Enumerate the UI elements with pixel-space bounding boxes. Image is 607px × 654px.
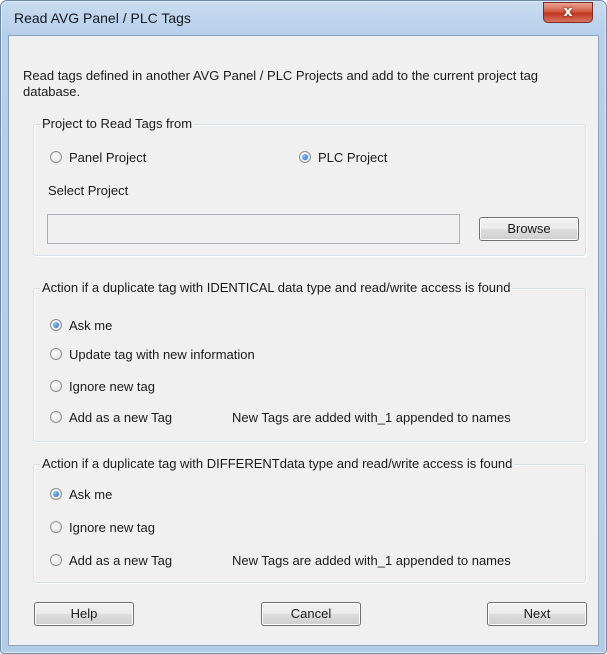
- radio-identical-add-new-tag[interactable]: Add as a new Tag: [50, 408, 172, 426]
- radio-different-ignore-tag[interactable]: Ignore new tag: [50, 518, 155, 536]
- radio-label: Ask me: [69, 486, 113, 502]
- select-project-label: Select Project: [48, 183, 129, 198]
- identical-group-legend: Action if a duplicate tag with IDENTICAL…: [40, 280, 513, 296]
- radio-identical-ignore-tag[interactable]: Ignore new tag: [50, 377, 155, 395]
- radio-icon: [50, 380, 62, 392]
- close-button[interactable]: x: [543, 2, 593, 23]
- radio-different-ask-me[interactable]: Ask me: [50, 485, 112, 503]
- radio-label: Add as a new Tag: [69, 409, 173, 425]
- radio-label: Ignore new tag: [69, 378, 156, 394]
- project-path-input[interactable]: [47, 214, 460, 244]
- radio-label: Panel Project: [69, 149, 147, 165]
- radio-icon: [50, 411, 62, 423]
- radio-selected-icon: [50, 319, 62, 331]
- radio-identical-ask-me[interactable]: Ask me: [50, 316, 112, 334]
- radio-label: Add as a new Tag: [69, 552, 173, 568]
- window-title: Read AVG Panel / PLC Tags: [14, 10, 191, 26]
- close-icon: x: [563, 4, 573, 20]
- radio-selected-icon: [299, 151, 311, 163]
- radio-label: Ignore new tag: [69, 519, 156, 535]
- browse-button[interactable]: Browse: [479, 217, 579, 241]
- different-append-note: New Tags are added with_1 appended to na…: [232, 553, 511, 568]
- identical-append-note: New Tags are added with_1 appended to na…: [232, 410, 511, 425]
- description-text: Read tags defined in another AVG Panel /…: [23, 68, 539, 99]
- project-group-legend: Project to Read Tags from: [40, 116, 195, 132]
- radio-identical-update-tag[interactable]: Update tag with new information: [50, 345, 255, 363]
- help-button[interactable]: Help: [34, 602, 134, 626]
- cancel-button[interactable]: Cancel: [261, 602, 361, 626]
- radio-label: Update tag with new information: [69, 346, 255, 362]
- radio-plc-project[interactable]: PLC Project: [299, 148, 387, 166]
- radio-icon: [50, 554, 62, 566]
- radio-panel-project[interactable]: Panel Project: [50, 148, 146, 166]
- radio-icon: [50, 151, 62, 163]
- title-bar[interactable]: Read AVG Panel / PLC Tags x: [1, 1, 606, 35]
- radio-icon: [50, 521, 62, 533]
- radio-icon: [50, 348, 62, 360]
- radio-selected-icon: [50, 488, 62, 500]
- next-button[interactable]: Next: [487, 602, 587, 626]
- radio-label: Ask me: [69, 317, 113, 333]
- radio-different-add-new-tag[interactable]: Add as a new Tag: [50, 551, 172, 569]
- radio-label: PLC Project: [318, 149, 388, 165]
- different-group-legend: Action if a duplicate tag with DIFFERENT…: [40, 456, 515, 472]
